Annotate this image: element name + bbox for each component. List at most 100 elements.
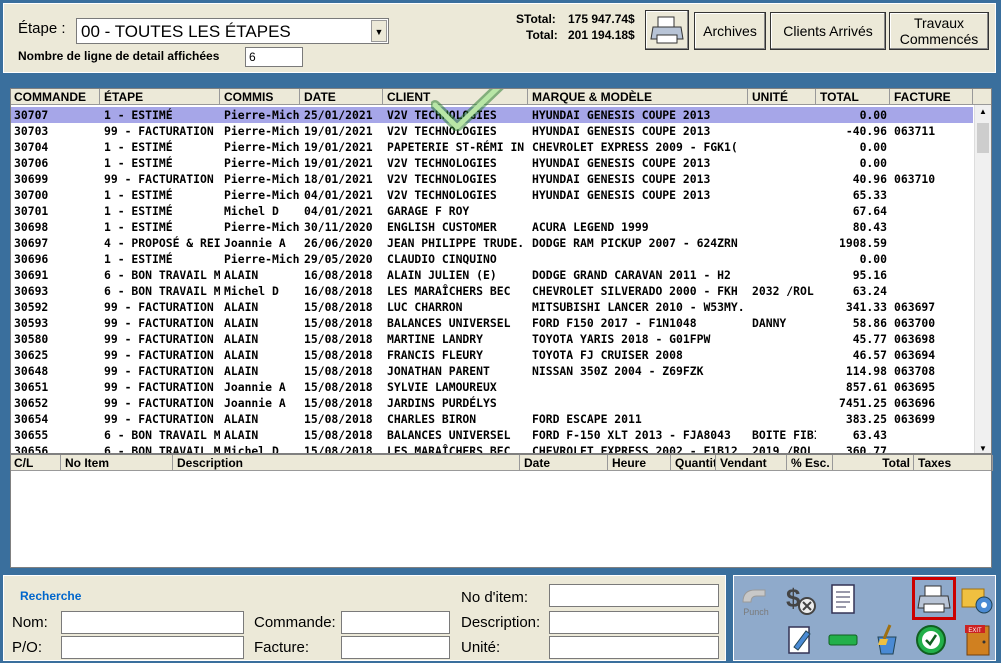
column-header[interactable]: ÉTAPE — [101, 89, 220, 105]
table-cell: 341.33 — [845, 300, 887, 314]
cancel-payment-button[interactable]: $ — [781, 580, 819, 618]
orders-scrollbar[interactable]: ▲ ▼ — [974, 105, 991, 453]
lines-input[interactable]: 6 — [245, 47, 303, 67]
table-cell: Joannie A — [224, 380, 286, 394]
scroll-down-icon[interactable]: ▼ — [979, 444, 987, 453]
table-cell: 0.00 — [859, 252, 887, 266]
column-header[interactable]: COMMANDE — [11, 89, 100, 105]
print-detail-button[interactable] — [912, 577, 956, 620]
table-cell: 063710 — [894, 172, 936, 186]
facture-input[interactable] — [341, 636, 450, 659]
table-cell — [891, 187, 973, 203]
table-row[interactable]: 30698 1 - ESTIMÉ Pierre-Michel 30/11/2020 EN… — [11, 219, 973, 235]
table-row[interactable]: 30699 99 - FACTURATION Pierre-Michel 18/01/… — [11, 171, 973, 187]
scroll-thumb[interactable] — [977, 123, 989, 153]
etape-label: Étape : — [18, 20, 66, 37]
table-cell: ALAIN — [224, 364, 259, 378]
noitem-input[interactable] — [549, 584, 719, 607]
column-header[interactable]: DATE — [301, 89, 383, 105]
table-row[interactable]: 30693 6 - BON TRAVAIL M Michel D 16/08/2018… — [11, 283, 973, 299]
punch-button[interactable]: Punch — [737, 580, 775, 618]
edit-button[interactable] — [781, 621, 819, 659]
table-cell: 7451.25 — [838, 396, 887, 410]
table-cell — [749, 379, 816, 395]
chevron-down-icon[interactable]: ▼ — [371, 20, 387, 42]
column-header[interactable]: UNITÉ — [749, 89, 816, 105]
confirm-button[interactable] — [912, 621, 950, 659]
table-cell: Pierre-Michel — [224, 188, 300, 202]
table-cell: GARAGE F ROY — [387, 204, 470, 218]
table-row[interactable]: 30701 1 - ESTIMÉ Michel D 04/01/2021 GARAGE … — [11, 203, 973, 219]
settings-button[interactable] — [958, 580, 996, 618]
table-row[interactable]: 30648 99 - FACTURATION ALAIN 15/08/2018 JONA… — [11, 363, 973, 379]
clients-arrives-button[interactable]: Clients Arrivés — [770, 12, 886, 50]
table-cell: 063700 — [894, 316, 936, 330]
table-row[interactable]: 30706 1 - ESTIMÉ Pierre-Michel 19/01/2021 V2… — [11, 155, 973, 171]
exit-button[interactable]: EXIT — [958, 621, 996, 659]
table-row[interactable]: 30691 6 - BON TRAVAIL M ALAIN 16/08/2018 ALA… — [11, 267, 973, 283]
remove-button[interactable] — [824, 621, 862, 659]
scroll-up-icon[interactable]: ▲ — [979, 107, 987, 116]
table-row[interactable]: 30652 99 - FACTURATION Joannie A 15/08/2018… — [11, 395, 973, 411]
table-cell — [749, 251, 816, 267]
table-cell: BALANCES UNIVERSEL — [387, 316, 511, 330]
detail-column-header[interactable]: Vendant — [717, 455, 787, 471]
po-input[interactable] — [61, 636, 244, 659]
column-header[interactable]: TOTAL — [817, 89, 890, 105]
clean-button[interactable] — [868, 621, 906, 659]
table-row[interactable]: 30700 1 - ESTIMÉ Pierre-Michel 04/01/2021 V2… — [11, 187, 973, 203]
column-header[interactable]: MARQUE & MODÈLE — [529, 89, 748, 105]
table-row[interactable]: 30580 99 - FACTURATION ALAIN 15/08/2018 MART… — [11, 331, 973, 347]
table-cell — [529, 251, 748, 267]
table-row[interactable]: 30651 99 - FACTURATION Joannie A 15/08/2018… — [11, 379, 973, 395]
column-header[interactable]: COMMIS — [221, 89, 300, 105]
table-row[interactable]: 30697 4 - PROPOSÉ & REI Joannie A 26/06/202… — [11, 235, 973, 251]
document-button[interactable] — [824, 580, 862, 618]
table-cell — [749, 347, 816, 363]
table-cell: 30656 — [14, 444, 49, 454]
table-cell — [529, 203, 748, 219]
table-cell: HYUNDAI GENESIS COUPE 2013 — [532, 172, 711, 186]
table-cell: 063699 — [894, 412, 936, 426]
detail-column-header[interactable]: No Item — [62, 455, 173, 471]
nom-input[interactable] — [61, 611, 244, 634]
table-row[interactable]: 30655 6 - BON TRAVAIL M ALAIN 15/08/2018 BAL… — [11, 427, 973, 443]
table-cell: MITSUBISHI LANCER 2010 - W53MY. — [532, 300, 745, 314]
table-cell: ACURA LEGEND 1999 — [532, 220, 649, 234]
travaux-commences-button[interactable]: Travaux Commencés — [889, 12, 989, 50]
table-cell: JONATHAN PARENT — [387, 364, 490, 378]
table-cell: DODGE GRAND CARAVAN 2011 - H2 — [532, 268, 731, 282]
table-row[interactable]: 30696 1 - ESTIMÉ Pierre-Michel 29/05/2020 CL… — [11, 251, 973, 267]
detail-column-header[interactable]: Description — [174, 455, 520, 471]
detail-column-header[interactable]: Quantit — [672, 455, 716, 471]
table-row[interactable]: 30592 99 - FACTURATION ALAIN 15/08/2018 LUC … — [11, 299, 973, 315]
table-row[interactable]: 30704 1 - ESTIMÉ Pierre-Michel 19/01/2021 PA… — [11, 139, 973, 155]
print-button[interactable] — [645, 10, 689, 50]
commande-input[interactable] — [341, 611, 450, 634]
detail-column-header[interactable]: C/L — [11, 455, 61, 471]
detail-column-header[interactable]: Date — [521, 455, 608, 471]
table-row[interactable]: 30625 99 - FACTURATION ALAIN 15/08/2018 FRAN… — [11, 347, 973, 363]
table-cell: 063697 — [894, 300, 936, 314]
table-cell: HYUNDAI GENESIS COUPE 2013 — [532, 156, 711, 170]
column-header[interactable]: FACTURE — [891, 89, 973, 105]
table-cell: LUC CHARRON — [387, 300, 463, 314]
table-cell: 67.64 — [852, 204, 887, 218]
detail-column-header[interactable]: Total — [834, 455, 914, 471]
table-cell — [749, 107, 816, 123]
table-cell: -40.96 — [845, 124, 887, 138]
table-cell: 4 - PROPOSÉ & REI — [104, 236, 220, 250]
table-cell: 1 - ESTIMÉ — [104, 252, 173, 266]
detail-column-header[interactable]: Heure — [609, 455, 671, 471]
table-row[interactable]: 30654 99 - FACTURATION ALAIN 15/08/2018 CHAR… — [11, 411, 973, 427]
unite-input[interactable] — [549, 636, 719, 659]
etape-dropdown[interactable]: 00 - TOUTES LES ÉTAPES ▼ — [76, 18, 389, 44]
table-row[interactable]: 30656 6 - BON TRAVAIL M Michel D 15/08/2018… — [11, 443, 973, 454]
table-cell: SYLVIE LAMOUREUX — [387, 380, 497, 394]
description-input[interactable] — [549, 611, 719, 634]
table-row[interactable]: 30593 99 - FACTURATION ALAIN 15/08/2018 BALA… — [11, 315, 973, 331]
detail-column-header[interactable]: Taxes — [915, 455, 993, 471]
detail-column-header[interactable]: % Esc. — [788, 455, 833, 471]
archives-button[interactable]: Archives — [694, 12, 766, 50]
table-cell: 63.43 — [852, 428, 887, 442]
